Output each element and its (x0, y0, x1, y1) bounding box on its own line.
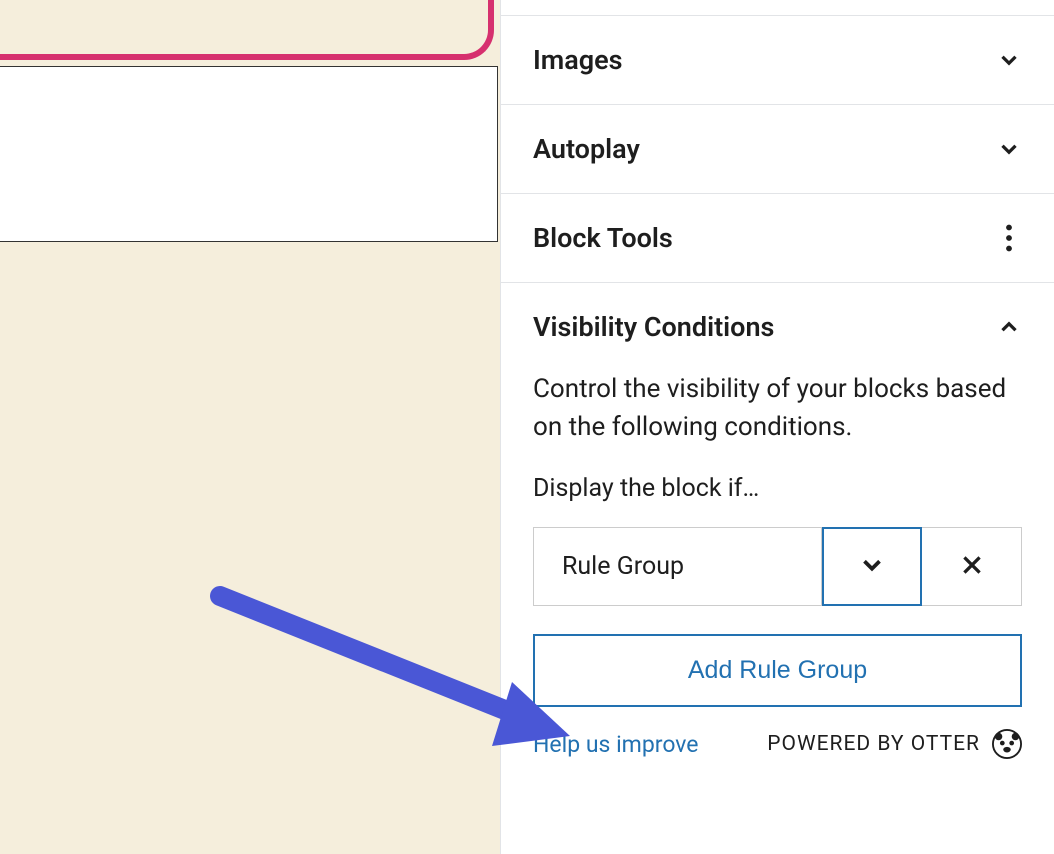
powered-by: POWERED BY OTTER (767, 729, 1022, 759)
rule-group-row: Rule Group (533, 527, 1022, 606)
close-icon (959, 552, 985, 581)
panel-autoplay[interactable]: Autoplay (501, 105, 1054, 194)
sidebar-top-spacer (501, 0, 1054, 16)
selected-block[interactable] (0, 0, 494, 60)
rule-group-remove-button[interactable] (922, 527, 1022, 606)
panel-autoplay-title: Autoplay (533, 133, 640, 165)
visibility-subtitle: Display the block if… (533, 474, 1022, 503)
panel-images[interactable]: Images (501, 16, 1054, 105)
editor-canvas[interactable] (0, 0, 500, 854)
powered-by-text: POWERED BY OTTER (767, 732, 980, 756)
chevron-down-icon (857, 550, 887, 583)
panel-visibility-conditions[interactable]: Visibility Conditions (501, 283, 1054, 363)
otter-icon (992, 729, 1022, 759)
panel-block-tools[interactable]: Block Tools (501, 194, 1054, 283)
help-us-improve-link[interactable]: Help us improve (533, 731, 698, 758)
panel-visibility-title: Visibility Conditions (533, 311, 774, 343)
panel-block-tools-title: Block Tools (533, 222, 673, 254)
rule-group-select[interactable]: Rule Group (533, 527, 822, 606)
visibility-description: Control the visibility of your blocks ba… (533, 371, 1022, 446)
add-rule-group-button[interactable]: Add Rule Group (533, 634, 1022, 707)
panel-images-title: Images (533, 44, 623, 76)
kebab-menu-icon[interactable] (996, 225, 1022, 251)
rule-group-dropdown-toggle[interactable] (822, 527, 922, 606)
block-placeholder[interactable] (0, 66, 498, 242)
chevron-down-icon (996, 47, 1022, 73)
chevron-down-icon (996, 136, 1022, 162)
settings-sidebar: Images Autoplay Block Tools Visibility C… (500, 0, 1054, 854)
panel-visibility-body: Control the visibility of your blocks ba… (501, 363, 1054, 783)
chevron-up-icon (996, 314, 1022, 340)
visibility-footer: Help us improve POWERED BY OTTER (533, 729, 1022, 759)
